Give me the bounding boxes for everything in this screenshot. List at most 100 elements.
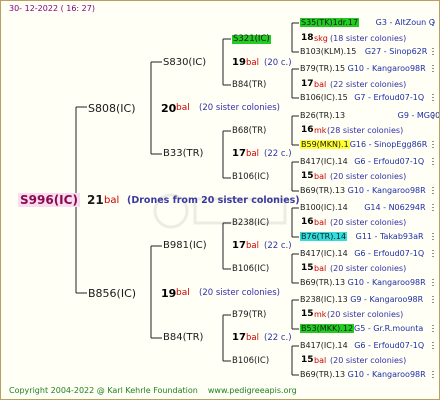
l3-info-3: (28 sister colonies) (327, 126, 404, 135)
l3-info-4: (20 sister colonies) (330, 172, 407, 181)
l3-info-1: (18 sister colonies) (330, 34, 407, 43)
l3-info-6: (20 sister colonies) (330, 264, 407, 273)
l4-row-11: B417(IC).14 G6 - Erfoud07-1Q (300, 250, 424, 258)
l2-info-3: (22 c.) (264, 241, 292, 251)
l4-queen: G16 - SinopEgg86R (349, 140, 428, 149)
l4-row-14: B53(MKK).12G5 - Gr.R.mounta (300, 324, 424, 333)
date-stamp: 30- 12-2022 ( 16: 27) (9, 4, 95, 13)
l4-code[interactable]: B69(TR).13 (300, 278, 345, 287)
l2-num-1: 19 (232, 57, 246, 68)
l4-row-5: B26(TR).13 G9 - MG00R (300, 111, 440, 120)
l2-num-2: 17 (232, 148, 246, 159)
l1-info-1: (20 sister colonies) (199, 103, 280, 113)
l2-bal-4: bal (246, 333, 259, 343)
l2-info-2: (22 c.) (264, 149, 292, 159)
l4-queen: G6 - Erfoud07-1Q (354, 341, 425, 350)
l3-name-7[interactable]: B79(TR) (232, 311, 266, 320)
pedigree-page: 30- 12-2022 ( 16: 27) S996(IC) 21 bal (D… (0, 0, 440, 400)
l2-info-4: (22 c.) (264, 333, 292, 343)
l4-row-10: B76(TR).14 G11 - Takab93aR (300, 232, 424, 241)
l4-code[interactable]: B79(TR).15 (300, 64, 345, 73)
l4-row-12: B69(TR).13 G10 - Kangaroo98R (300, 279, 426, 287)
l4-code[interactable]: B69(TR).13 (300, 186, 345, 195)
l4-code[interactable]: B238(IC).13 (300, 295, 348, 304)
l2-bal-1: bal (246, 58, 259, 68)
l3-bal-4: bal (314, 172, 327, 181)
l4-code[interactable]: B106(IC).15 (300, 93, 348, 102)
l3-bal-1: skg (314, 34, 328, 43)
l3-bal-6: bal (314, 264, 327, 273)
l2-bal-2: bal (246, 149, 259, 159)
l3-bal-3: mk (314, 126, 327, 135)
l1-bal-1: bal (176, 103, 190, 113)
l4-row-4: B106(IC).15 G7 - Erfoud07-1Q (300, 94, 424, 102)
root-queen-name[interactable]: S996(IC) (18, 193, 80, 207)
l4-queen: G5 - Gr.R.mounta (354, 324, 424, 333)
l3-num-5: 16 (301, 217, 314, 227)
l4-code[interactable]: B53(MKK).12 (300, 324, 355, 333)
l3-num-7: 15 (301, 309, 314, 319)
l3-name-5[interactable]: B238(IC) (232, 219, 269, 228)
l4-code[interactable]: S35(TK)1dr.17 (300, 18, 360, 27)
l3-name-8[interactable]: B106(IC) (232, 357, 269, 366)
l4-queen: G10 - Kangaroo98R (347, 186, 426, 195)
l3-num-8: 15 (301, 355, 314, 365)
l4-queen: G14 - N06294R (364, 203, 426, 212)
l2-name-3[interactable]: B981(IC) (163, 241, 207, 251)
l3-name-2[interactable]: B84(TR) (232, 81, 266, 90)
l4-code[interactable]: B76(TR).14 (300, 232, 348, 241)
l3-bal-5: bal (314, 218, 327, 227)
l3-name-4[interactable]: B106(IC) (232, 173, 269, 182)
l4-queen: G7 - Erfoud07-1Q (354, 93, 425, 102)
l3-bal-2: bal (314, 80, 327, 89)
l4-queen: G3 - AltZoun Q (375, 18, 436, 27)
l2-num-3: 17 (232, 240, 246, 251)
site-link[interactable]: www.pedigreeapis.org (208, 386, 297, 395)
l2-bal-3: bal (246, 241, 259, 251)
l4-code[interactable]: B417(IC).14 (300, 341, 348, 350)
l4-row-6: B59(MKN).1G16 - SinopEgg86R (300, 140, 428, 149)
l1-num-2: 19 (161, 287, 177, 300)
root-queen-bal: bal (104, 195, 120, 206)
l3-num-1: 18 (301, 33, 314, 43)
l1-name-2[interactable]: B856(IC) (88, 288, 136, 299)
l3-name-3[interactable]: B68(TR) (232, 127, 266, 136)
l1-bal-2: bal (176, 288, 190, 298)
l3-info-2: (22 sister colonies) (330, 80, 407, 89)
l2-name-1[interactable]: S830(IC) (163, 58, 206, 68)
l4-queen: G9 - Kangaroo98R (350, 295, 424, 304)
l3-num-6: 15 (301, 263, 314, 273)
l2-num-4: 17 (232, 332, 246, 343)
l2-name-2[interactable]: B33(TR) (163, 149, 203, 159)
l3-info-7: (20 sister colonies) (327, 310, 404, 319)
root-queen-num: 21 (87, 193, 104, 207)
l4-row-7: B417(IC).14 G6 - Erfoud07-1Q (300, 158, 424, 166)
l4-queen: G6 - Erfoud07-1Q (354, 249, 425, 258)
l3-info-5: (20 sister colonies) (330, 218, 407, 227)
l4-row-9: B100(IC).14 G14 - N06294R (300, 204, 426, 212)
l4-row-13: B238(IC).13 G9 - Kangaroo98R (300, 296, 423, 304)
l1-name-1[interactable]: S808(IC) (88, 103, 136, 114)
l4-row-2: B103(KLM).15 G27 - Sinop62R (300, 48, 427, 56)
l3-name-6[interactable]: B106(IC) (232, 265, 269, 274)
l3-bal-8: bal (314, 356, 327, 365)
l4-code[interactable]: B417(IC).14 (300, 249, 348, 258)
l1-num-1: 20 (161, 102, 177, 115)
l4-queen: G9 - MG00R (397, 111, 440, 120)
l2-name-4[interactable]: B84(TR) (163, 333, 203, 343)
l4-code[interactable]: B417(IC).14 (300, 157, 348, 166)
l4-queen: G11 - Takab93aR (355, 232, 424, 241)
l3-bal-7: mk (314, 310, 327, 319)
l4-code[interactable]: B26(TR).13 (300, 111, 345, 120)
l4-queen: G6 - Erfoud07-1Q (354, 157, 425, 166)
l4-queen: G10 - Kangaroo98R (347, 370, 426, 379)
l4-queen: G27 - Sinop62R (364, 47, 428, 56)
l4-code[interactable]: B100(IC).14 (300, 203, 348, 212)
l4-row-8: B69(TR).13 G10 - Kangaroo98R (300, 187, 426, 195)
l4-code[interactable]: B103(KLM).15 (300, 47, 356, 56)
footer: Copyright 2004-2022 @ Karl Kehrle Founda… (9, 387, 297, 395)
l4-code[interactable]: B59(MKN).1 (300, 140, 350, 149)
l1-info-2: (20 sister colonies) (199, 288, 280, 298)
l4-code[interactable]: B69(TR).13 (300, 370, 345, 379)
l3-name-1[interactable]: S321(IC) (232, 35, 271, 44)
